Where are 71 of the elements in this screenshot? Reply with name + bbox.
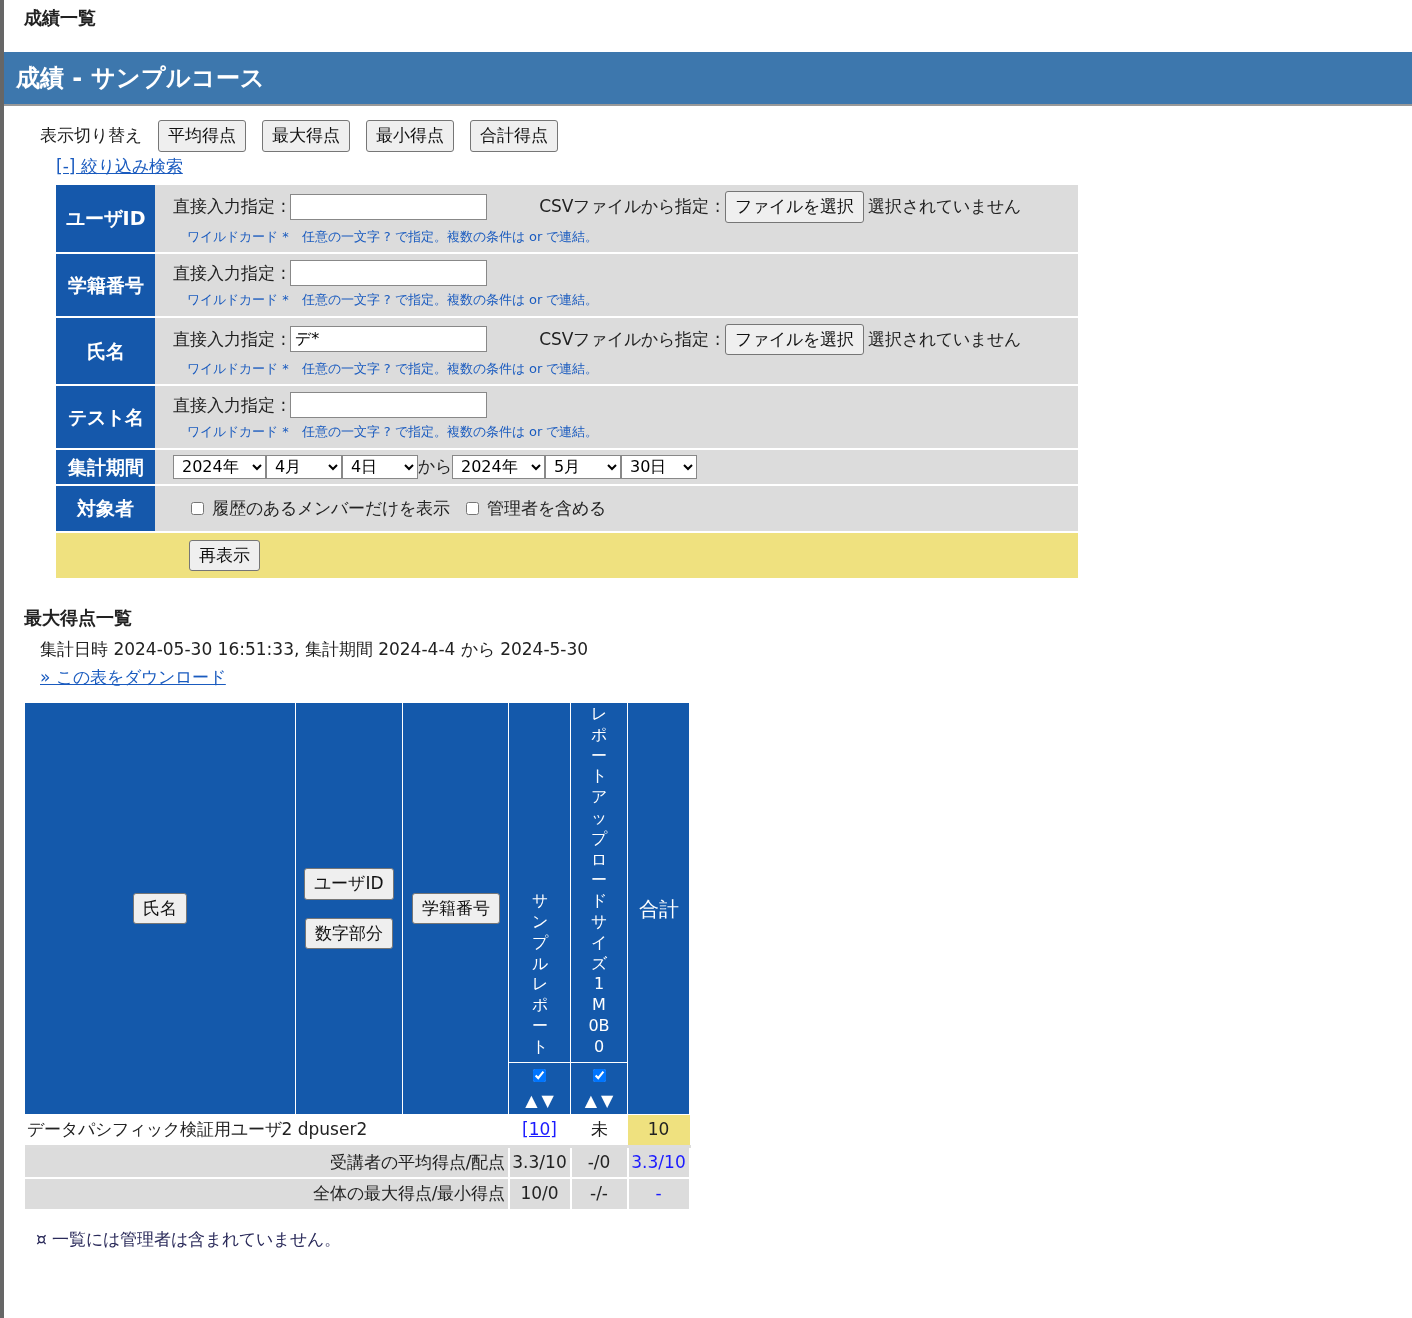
page-header: 成績 - サンプルコース	[4, 52, 1412, 106]
redisplay-button[interactable]: 再表示	[189, 539, 260, 572]
date-select[interactable]: 2024年	[173, 454, 266, 479]
csv-label: CSVファイルから指定 :	[539, 195, 721, 218]
text-field[interactable]: デ*	[290, 326, 488, 353]
date-select[interactable]: 4月	[266, 454, 342, 479]
stat-cell: 10/0	[508, 1178, 571, 1210]
filter-label: 集計期間	[56, 449, 155, 485]
sort-button[interactable]: ユーザID	[304, 868, 394, 900]
stat-cell: 3.3/10	[508, 1146, 571, 1179]
page-title: 成績一覧	[23, 6, 97, 30]
column-title: サンプルレポート	[531, 891, 548, 1058]
stat-label: 受講者の平均得点/配点	[24, 1146, 509, 1179]
file-status: 選択されていません	[867, 327, 1021, 351]
stat-label: 全体の最大得点/最小得点	[24, 1178, 509, 1210]
column-title: レポートアップロードサイズ1M0B0	[587, 704, 611, 1058]
filter-toggle-link[interactable]: [-] 絞り込み検索	[56, 155, 183, 176]
text-field[interactable]	[290, 260, 488, 287]
column-checkbox[interactable]	[533, 1068, 546, 1082]
view-button[interactable]: 合計得点	[470, 120, 558, 152]
file-status: 選択されていません	[867, 195, 1021, 218]
sort-button[interactable]: 学籍番号	[411, 892, 500, 925]
csv-label: CSVファイルから指定 :	[539, 327, 721, 351]
date-select[interactable]: 30日	[621, 454, 697, 479]
score-link[interactable]: [10]	[522, 1119, 557, 1140]
filter-label: 学籍番号	[56, 253, 155, 317]
stat-total-cell: -	[627, 1178, 690, 1210]
date-select[interactable]: 5月	[545, 454, 621, 479]
column-title: 合計	[627, 702, 690, 1115]
text-field[interactable]	[290, 392, 488, 419]
checkbox[interactable]	[191, 501, 204, 515]
column-checkbox[interactable]	[592, 1068, 606, 1082]
filter-label: 対象者	[56, 484, 155, 532]
field-label: 直接入力指定 :	[173, 393, 287, 417]
view-button[interactable]: 平均得点	[158, 120, 246, 152]
section-title: 最大得点一覧	[23, 606, 133, 630]
checkbox-label: 管理者を含める	[487, 496, 606, 520]
date-select[interactable]: 4日	[342, 454, 418, 479]
filter-label: ユーザID	[56, 185, 155, 253]
hint-text: ワイルドカード * 任意の一文字 ? で指定。複数の条件は or で連結。	[186, 291, 600, 310]
view-button[interactable]: 最大得点	[262, 120, 350, 152]
stat-total-cell: 3.3/10	[627, 1146, 690, 1179]
range-separator: から	[418, 455, 452, 478]
filter-label: 氏名	[56, 317, 155, 385]
total-cell: 10	[627, 1114, 690, 1147]
view-switch-label: 表示切り替え	[40, 124, 142, 147]
sort-descending-link[interactable]: ▼	[541, 1089, 554, 1114]
field-label: 直接入力指定 :	[173, 327, 287, 351]
file-button[interactable]: ファイルを選択	[724, 323, 864, 355]
date-select[interactable]: 2024年	[452, 454, 545, 479]
field-label: 直接入力指定 :	[173, 261, 287, 285]
hint-text: ワイルドカード * 任意の一文字 ? で指定。複数の条件は or で連結。	[186, 423, 600, 442]
view-button[interactable]: 最小得点	[366, 120, 454, 152]
sort-ascending-link[interactable]: ▲	[584, 1089, 597, 1114]
file-button[interactable]: ファイルを選択	[724, 191, 864, 223]
note-text: ¤ 一覧には管理者は含まれていません。	[35, 1227, 343, 1251]
stat-cell: -/-	[570, 1178, 628, 1210]
checkbox-label: 履歴のあるメンバーだけを表示	[212, 496, 450, 520]
checkbox[interactable]	[466, 501, 479, 515]
field-label: 直接入力指定 :	[173, 195, 287, 218]
sort-button[interactable]: 氏名	[133, 892, 187, 925]
hint-text: ワイルドカード * 任意の一文字 ? で指定。複数の条件は or で連結。	[186, 227, 600, 246]
hint-text: ワイルドカード * 任意の一文字 ? で指定。複数の条件は or で連結。	[186, 360, 600, 378]
filter-label: テスト名	[56, 385, 155, 449]
summary-text: 集計日時 2024-05-30 16:51:33, 集計期間 2024-4-4 から 2024-5-30	[39, 638, 590, 661]
sort-ascending-link[interactable]: ▲	[525, 1089, 538, 1114]
text-field[interactable]	[290, 193, 488, 220]
sort-button[interactable]: 数字部分	[305, 917, 393, 949]
download-link[interactable]: » この表をダウンロード	[40, 666, 226, 687]
sort-descending-link[interactable]: ▼	[601, 1089, 614, 1114]
stat-cell: -/0	[570, 1146, 628, 1179]
